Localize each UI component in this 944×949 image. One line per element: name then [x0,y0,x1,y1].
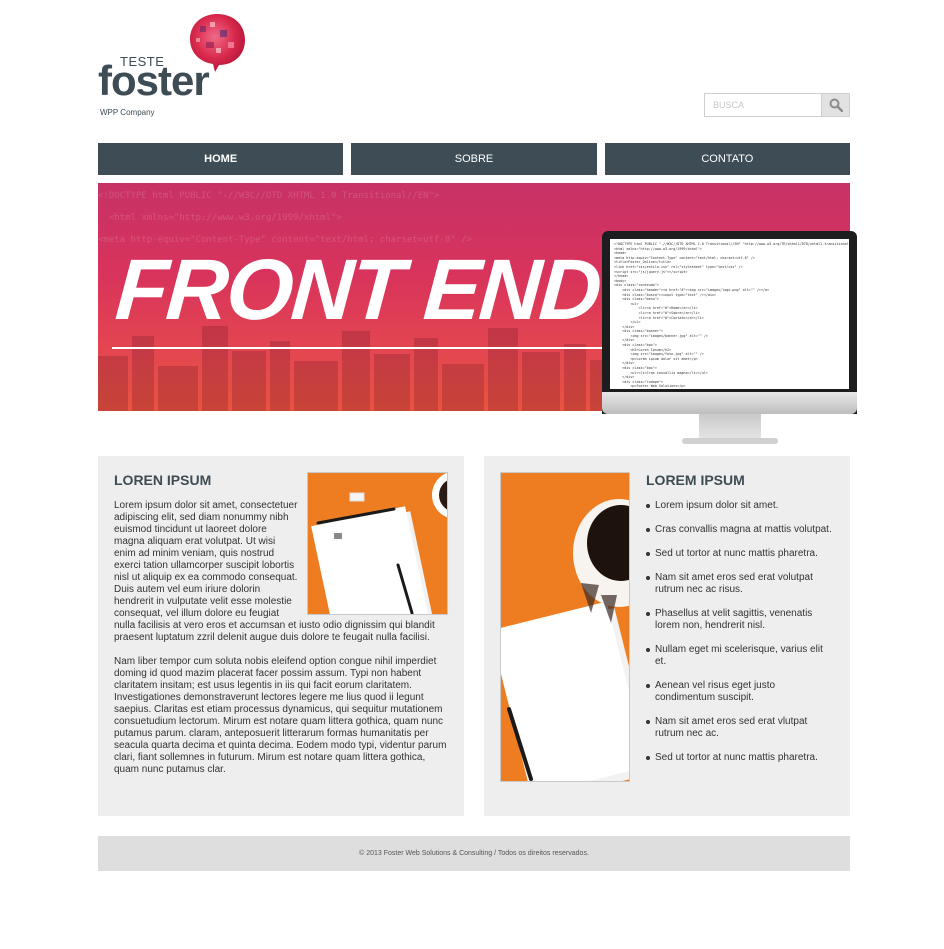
content-panel-left: LOREN IPSUM Lorem ipsum dolor sit amet, … [98,456,464,816]
list-item: Nam sit amet eros sed erat volutpat rutr… [646,572,836,596]
banner-underline [112,347,602,349]
monitor-screen: <!DOCTYPE html PUBLIC "-//W3C//DTD XHTML… [602,231,857,414]
list-item: Aenean vel risus eget justo condimentum … [646,680,836,704]
brand-subtitle: WPP Company [100,108,155,117]
monitor-chin [602,392,857,414]
main-nav: HOME SOBRE CONTATO [98,143,850,175]
search-bar [704,93,850,117]
content-panel-right: LOREM IPSUM Lorem ipsum dolor sit amet. … [484,456,850,816]
code-screenshot: <!DOCTYPE html PUBLIC "-//W3C//DTD XHTML… [610,239,849,389]
list-item: Sed ut tortor at nunc mattis pharetra. [646,548,836,560]
list-item: Nam sit amet eros sed erat vlutpat rutru… [646,716,836,740]
brand-name: foster [98,57,210,104]
list-item: Lorem ipsum dolor sit amet. [646,500,836,512]
nav-item-home[interactable]: HOME [98,143,344,175]
nav-item-sobre[interactable]: SOBRE [351,143,597,175]
list-item: Phasellus at velit sagittis, venenatis l… [646,608,836,632]
panel-right-title: LOREM IPSUM [646,472,745,488]
panel-left-paragraph-2: Nam liber tempor cum soluta nobis eleife… [114,656,447,775]
panel-left-title: LOREN IPSUM [114,472,212,488]
search-button[interactable] [822,93,850,117]
nav-item-contato[interactable]: CONTATO [604,143,850,175]
panel-left-body: Lorem ipsum dolor sit amet, consectetuer… [114,500,448,788]
monitor-stand [699,414,761,440]
coffee-photo [500,472,630,782]
panel-right-list: Lorem ipsum dolor sit amet. Cras convall… [646,500,836,776]
monitor-illustration: <!DOCTYPE html PUBLIC "-//W3C//DTD XHTML… [602,231,857,449]
list-item: Cras convallis magna at mattis volutpat. [646,524,836,536]
logo[interactable]: TESTE foster WPP Company [98,12,258,122]
footer: © 2013 Foster Web Solutions & Consulting… [98,836,850,871]
search-input[interactable] [704,93,822,117]
magnifier-icon [829,98,843,112]
monitor-foot [682,438,778,444]
list-item: Nullam eget mi scelerisque, varius elit … [646,644,836,668]
banner-title: FRONT END [112,242,603,338]
list-item: Sed ut tortor at nunc mattis pharetra. [646,752,836,764]
footer-copyright: © 2013 Foster Web Solutions & Consulting… [359,850,589,857]
